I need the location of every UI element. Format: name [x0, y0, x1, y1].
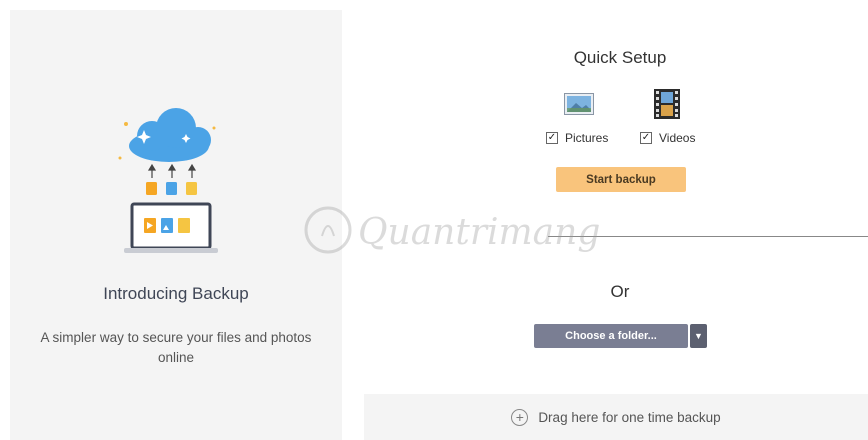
- pictures-option[interactable]: ✓ Pictures: [546, 131, 608, 145]
- intro-subtitle: A simpler way to secure your files and p…: [40, 330, 312, 365]
- videos-option[interactable]: ✓ Videos: [640, 131, 695, 145]
- cloud-backup-illustration: [118, 108, 218, 253]
- upload-arrows-icon: [147, 163, 197, 178]
- drop-zone[interactable]: + Drag here for one time backup: [364, 394, 868, 440]
- drop-zone-label: Drag here for one time backup: [538, 409, 721, 425]
- cloud-icon: [129, 108, 211, 162]
- plus-circle-icon: +: [511, 408, 529, 426]
- videos-label: Videos: [659, 131, 696, 145]
- quick-setup-panel: Quick Setup ✓ Pictures ✓ Videos Start ba…: [342, 0, 868, 440]
- files-icon: [146, 182, 197, 195]
- start-backup-button[interactable]: Start backup: [556, 167, 686, 192]
- pictures-label: Pictures: [565, 131, 609, 145]
- quick-setup-title: Quick Setup: [573, 48, 667, 67]
- laptop-icon: [124, 202, 218, 253]
- videos-icon: [654, 89, 680, 119]
- intro-title: Introducing Backup: [103, 284, 249, 303]
- intro-panel: Introducing Backup A simpler way to secu…: [10, 10, 342, 440]
- caret-down-icon[interactable]: ▼: [690, 324, 707, 348]
- videos-checkbox[interactable]: ✓: [640, 132, 652, 144]
- divider: [548, 236, 868, 237]
- pictures-icon: [564, 93, 594, 115]
- choose-folder-button[interactable]: Choose a folder...: [534, 324, 688, 348]
- pictures-checkbox[interactable]: ✓: [546, 132, 558, 144]
- or-separator: Or: [610, 282, 630, 301]
